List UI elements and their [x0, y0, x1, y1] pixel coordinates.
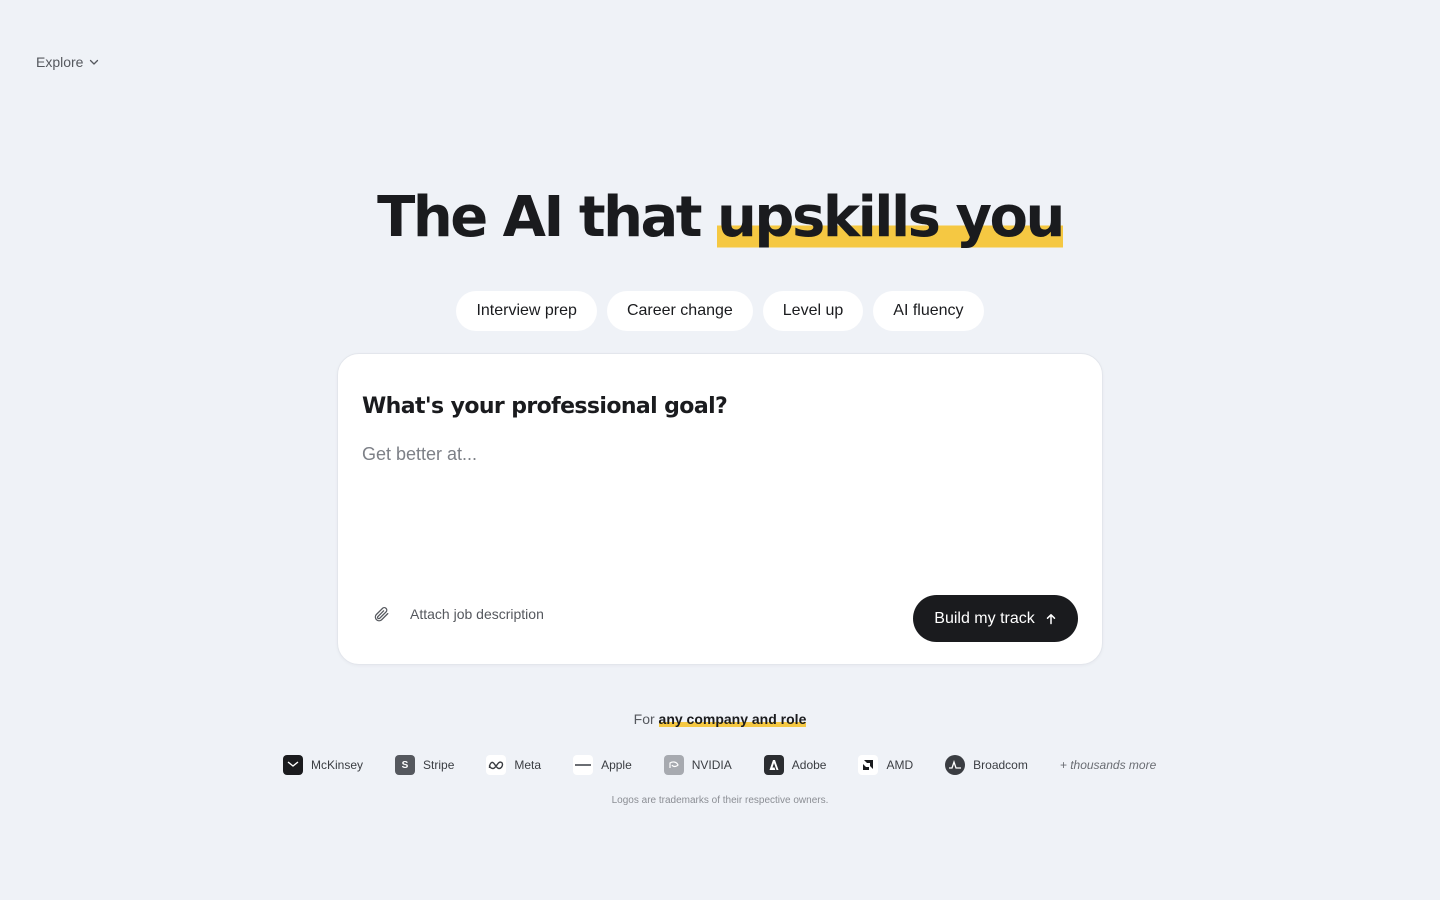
goal-input[interactable]: [362, 444, 1080, 554]
arrow-up-icon: [1046, 613, 1055, 624]
pill-ai-fluency[interactable]: AI fluency: [873, 291, 984, 331]
trademark-disclaimer: Logos are trademarks of their respective…: [611, 795, 829, 806]
meta-logo-icon: [486, 755, 507, 775]
company-adobe: Adobe: [763, 755, 827, 775]
company-name: Adobe: [791, 758, 827, 772]
company-logos: McKinsey S Stripe Meta Apple NVIDIA Adob…: [283, 755, 1156, 775]
more-companies-label: + thousands more: [1059, 758, 1157, 772]
pill-interview-prep[interactable]: Interview prep: [456, 291, 597, 331]
company-broadcom: Broadcom: [945, 755, 1028, 775]
attach-label: Attach job description: [410, 606, 544, 622]
chevron-down-icon: [90, 59, 99, 65]
company-nvidia: NVIDIA: [663, 755, 732, 775]
build-label: Build my track: [934, 609, 1035, 627]
broadcom-logo-icon: [945, 755, 966, 775]
goal-question: What's your professional goal?: [362, 394, 728, 419]
company-amd: AMD: [858, 755, 913, 775]
company-apple: Apple: [573, 755, 632, 775]
explore-label: Explore: [36, 54, 84, 70]
company-name: McKinsey: [311, 758, 364, 772]
company-tagline: For any company and role: [0, 711, 1440, 727]
company-name: AMD: [886, 758, 914, 772]
company-name: Stripe: [423, 758, 455, 772]
stripe-logo-icon: S: [395, 755, 416, 775]
for-highlight: any company and role: [658, 711, 807, 727]
company-meta: Meta: [486, 755, 541, 775]
build-my-track-button[interactable]: Build my track: [913, 595, 1078, 642]
goal-pills: Interview prep Career change Level up AI…: [0, 291, 1440, 331]
nvidia-logo-icon: [663, 755, 684, 775]
company-mckinsey: McKinsey: [283, 755, 363, 775]
paperclip-icon: [374, 607, 389, 622]
company-name: Broadcom: [973, 758, 1028, 772]
apple-logo-icon: [573, 755, 594, 775]
for-prefix: For: [633, 711, 659, 727]
attach-job-description-button[interactable]: Attach job description: [372, 605, 544, 623]
pill-career-change[interactable]: Career change: [606, 291, 753, 331]
hero-title-prefix: The AI that: [377, 185, 718, 250]
explore-menu[interactable]: Explore: [36, 54, 99, 70]
company-name: NVIDIA: [691, 758, 732, 772]
hero-title-highlight: upskills you: [717, 185, 1065, 250]
adobe-logo-icon: [763, 755, 784, 775]
mckinsey-logo-icon: [283, 755, 303, 775]
hero-title: The AI that upskills you: [0, 183, 1440, 253]
company-name: Apple: [601, 758, 632, 772]
amd-logo-icon: [858, 755, 879, 775]
company-stripe: S Stripe: [395, 755, 454, 775]
pill-level-up[interactable]: Level up: [762, 291, 864, 331]
goal-card: What's your professional goal? Attach jo…: [337, 353, 1103, 665]
company-name: Meta: [514, 758, 542, 772]
